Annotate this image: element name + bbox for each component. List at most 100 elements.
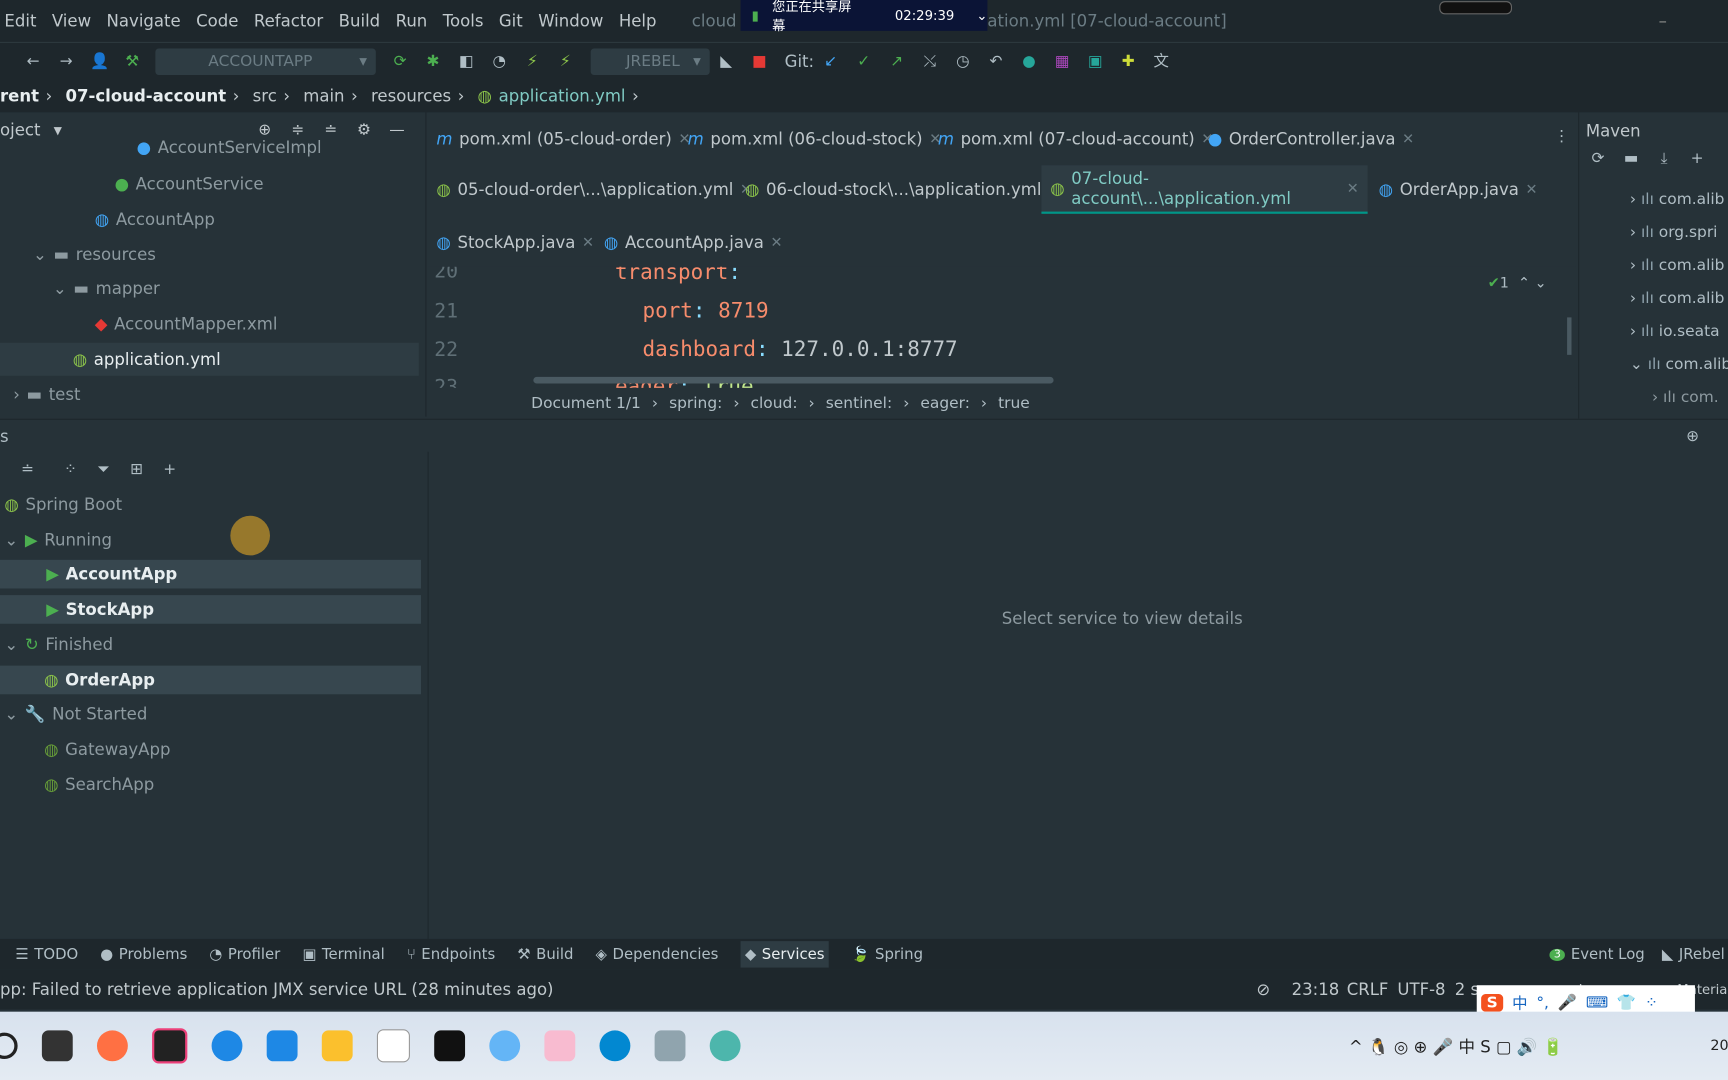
menu-navigate[interactable]: Navigate bbox=[107, 11, 181, 31]
back-icon[interactable]: ← bbox=[24, 53, 42, 71]
doc-crumb[interactable]: cloud: bbox=[751, 395, 798, 413]
tool-endpoints[interactable]: ⑂ Endpoints bbox=[407, 946, 495, 964]
menu-view[interactable]: View bbox=[52, 11, 91, 31]
new-tab-icon[interactable]: ⊞ bbox=[128, 461, 146, 479]
menu-help[interactable]: Help bbox=[619, 11, 657, 31]
collapse-all-icon[interactable]: ≐ bbox=[322, 121, 340, 139]
crosshair-icon[interactable]: ⊕ bbox=[1686, 428, 1699, 446]
folder-icon[interactable]: ▬ bbox=[1622, 150, 1640, 168]
structure-icon[interactable]: ▦ bbox=[1053, 53, 1071, 71]
hide-icon[interactable]: — bbox=[388, 121, 406, 139]
no-sync-icon[interactable]: ⊘ bbox=[1256, 980, 1270, 1000]
tool-event-log[interactable]: 3 Event Log bbox=[1549, 946, 1645, 963]
menu-run[interactable]: Run bbox=[396, 11, 428, 31]
service-item[interactable]: ▶ AccountApp bbox=[0, 559, 421, 589]
tab[interactable]: m pom.xml (06-cloud-stock) ✕ bbox=[679, 115, 950, 163]
inspection-widget[interactable]: ✔1 ⌃ ⌄ bbox=[1488, 276, 1547, 293]
doc-crumb[interactable]: sentinel: bbox=[826, 395, 892, 413]
tab[interactable]: m pom.xml (07-cloud-account) ✕ bbox=[929, 115, 1222, 163]
edge-icon[interactable] bbox=[599, 1030, 631, 1062]
doc-crumb[interactable]: true bbox=[998, 395, 1030, 413]
more-tabs-icon[interactable]: ⋮ bbox=[1554, 128, 1569, 146]
doc-crumb[interactable]: spring: bbox=[669, 395, 722, 413]
tool-jrebel[interactable]: ◣JRebel C bbox=[1662, 946, 1728, 964]
maven-item[interactable]: › ılı org.spri bbox=[1630, 216, 1728, 249]
user-icon[interactable]: 👤 bbox=[90, 53, 109, 71]
tab[interactable]: ◍ AccountApp.java ✕ bbox=[595, 218, 791, 266]
service-group[interactable]: ◍ Spring Boot bbox=[4, 490, 122, 519]
p-app-icon[interactable] bbox=[266, 1030, 298, 1062]
service-group[interactable]: ⌄ ↻ Finished bbox=[4, 630, 113, 659]
tool-profiler[interactable]: ◔ Profiler bbox=[209, 946, 280, 964]
menu-refactor[interactable]: Refactor bbox=[254, 11, 323, 31]
gear-icon[interactable]: ⚙ bbox=[355, 121, 373, 139]
tree-item-selected[interactable]: ◍ application.yml bbox=[0, 342, 419, 376]
tab[interactable]: ◍ StockApp.java ✕ bbox=[428, 218, 603, 266]
tool-spring[interactable]: 🍃 Spring bbox=[851, 946, 923, 964]
breadcrumb-item[interactable]: rent bbox=[0, 86, 39, 106]
app-icon[interactable] bbox=[709, 1030, 741, 1062]
tab[interactable]: ◍ OrderApp.java ✕ bbox=[1370, 165, 1546, 213]
tree-item[interactable]: ◍ AccountApp bbox=[95, 203, 215, 236]
project-title[interactable]: oject bbox=[0, 120, 40, 140]
jrebel-select[interactable]: JREBEL ▾ bbox=[590, 48, 710, 75]
tab[interactable]: ● OrderController.java ✕ bbox=[1199, 115, 1423, 163]
rollback-icon[interactable]: ↶ bbox=[987, 53, 1005, 71]
breadcrumb-item[interactable]: application.yml bbox=[499, 86, 626, 106]
tab-active[interactable]: ◍ 07-cloud-account\...\application.yml ✕ bbox=[1041, 165, 1368, 214]
tab[interactable]: ◍06-cloud-stock\...\application.yml✕ bbox=[736, 165, 1069, 213]
tree-item[interactable]: ● AccountServiceImpl bbox=[137, 132, 322, 163]
file-explorer-icon[interactable] bbox=[321, 1030, 353, 1062]
jrebel-debug-icon[interactable]: ⚡ bbox=[557, 53, 575, 71]
plugin-icon[interactable]: ✚ bbox=[1119, 53, 1137, 71]
maven-item[interactable]: › ılı io.seata bbox=[1630, 315, 1728, 348]
tray-icons[interactable]: ^ 🐧 ◎ ⊕ 🎤 中 S ▢ 🔊 🔋 bbox=[1349, 1034, 1563, 1057]
add-service-icon[interactable]: + bbox=[161, 461, 179, 479]
tab[interactable]: ◍ 05-cloud-order\...\application.yml ✕ bbox=[428, 165, 761, 213]
jrebel-icon[interactable]: ◣ bbox=[717, 53, 735, 71]
breadcrumb-item[interactable]: 07-cloud-account bbox=[65, 86, 226, 106]
service-group[interactable]: ⌄ 🔧 Not Started bbox=[4, 700, 147, 729]
forward-icon[interactable]: → bbox=[57, 53, 75, 71]
git-fetch-icon[interactable]: ⤯ bbox=[921, 53, 939, 71]
service-group[interactable]: ⌄ ▶ Running bbox=[4, 526, 112, 555]
breadcrumb-item[interactable]: main bbox=[303, 86, 344, 106]
tree-item[interactable]: ● AccountService bbox=[115, 168, 264, 201]
run-config-select[interactable]: ACCOUNTAPP ▾ bbox=[155, 48, 376, 75]
menu-build[interactable]: Build bbox=[339, 11, 380, 31]
line-separator[interactable]: CRLF bbox=[1347, 980, 1389, 1000]
encoding[interactable]: UTF-8 bbox=[1397, 980, 1445, 1000]
tree-item[interactable]: ⌄ ▬ mapper bbox=[53, 272, 160, 305]
menu-code[interactable]: Code bbox=[196, 11, 238, 31]
search-icon[interactable] bbox=[0, 1032, 18, 1060]
tool-build[interactable]: ⚒ Build bbox=[517, 946, 573, 964]
rerun-icon[interactable]: ⟳ bbox=[391, 53, 409, 71]
code-editor[interactable]: 20 transport: 21 port: 8719 22 dashboard… bbox=[427, 266, 1576, 388]
status-message[interactable]: pp: Failed to retrieve application JMX s… bbox=[0, 980, 554, 1000]
group-icon[interactable]: ⁘ bbox=[62, 461, 80, 479]
download-icon[interactable]: ⤓ bbox=[1655, 150, 1673, 168]
screen-icon[interactable]: ▣ bbox=[1086, 53, 1104, 71]
breadcrumb-item[interactable]: src bbox=[253, 86, 277, 106]
tree-item[interactable]: ⌄ ▬ resources bbox=[33, 238, 156, 271]
menu-edit[interactable]: Edit bbox=[4, 11, 36, 31]
translate-icon[interactable]: 文 bbox=[1152, 53, 1170, 71]
git-update-icon[interactable]: ↙ bbox=[822, 53, 840, 71]
debug-icon[interactable]: ✱ bbox=[424, 53, 442, 71]
tool-todo[interactable]: ☰ TODO bbox=[15, 946, 78, 964]
maven-item[interactable]: › ılı com.alib bbox=[1630, 183, 1728, 216]
chevron-down-icon[interactable]: ⌄ bbox=[976, 8, 987, 23]
app-icon[interactable] bbox=[654, 1030, 686, 1062]
maven-item[interactable]: › ılı com.alib bbox=[1630, 282, 1728, 315]
maven-item[interactable]: ⌄ ılı com.alib bbox=[1630, 348, 1728, 381]
maven-item[interactable]: › ılı com.alib bbox=[1630, 249, 1728, 282]
stop-icon[interactable]: ■ bbox=[750, 53, 768, 71]
terminal-icon[interactable] bbox=[434, 1030, 466, 1062]
maven-item[interactable]: › ılı com. bbox=[1630, 381, 1728, 414]
typora-icon[interactable] bbox=[376, 1029, 410, 1063]
tool-services[interactable]: ◆ Services bbox=[740, 941, 829, 968]
collapse-icon[interactable]: ≐ bbox=[19, 461, 37, 479]
vertical-scrollbar[interactable] bbox=[1567, 317, 1572, 355]
doc-crumb[interactable]: eager: bbox=[920, 395, 970, 413]
service-item[interactable]: ▶ StockApp bbox=[0, 595, 421, 624]
